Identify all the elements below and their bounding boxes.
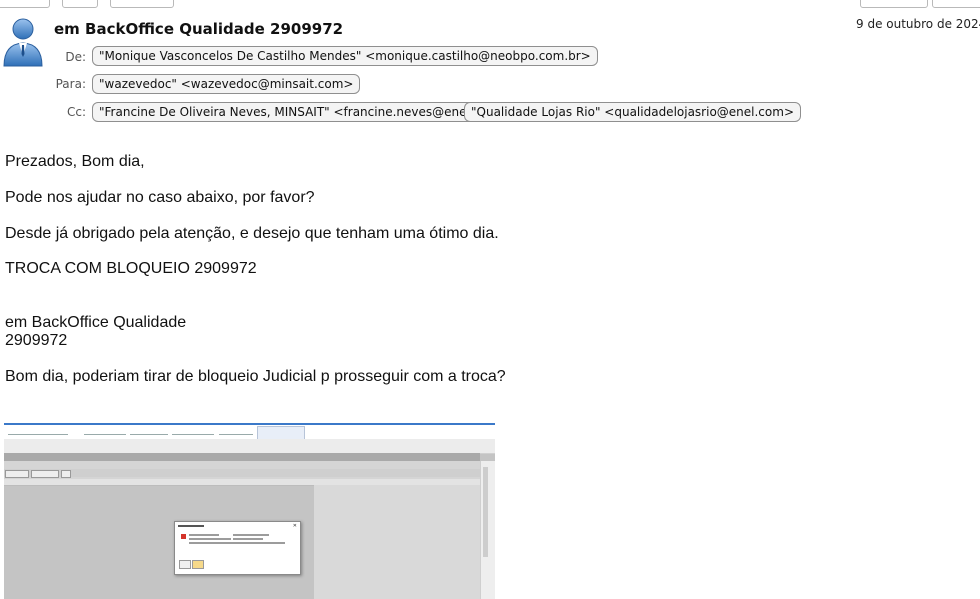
screenshot-mini-button [5, 470, 29, 478]
screenshot-tab [8, 428, 68, 435]
embedded-screenshot[interactable]: ✕ [4, 423, 495, 599]
email-subject: em BackOffice Qualidade 2909972 [54, 20, 344, 38]
screenshot-button-row [4, 469, 480, 477]
quoted-subject-line2: 2909972 [5, 332, 68, 349]
screenshot-scrollbar-thumb [483, 467, 488, 557]
screenshot-dialog-text [233, 538, 263, 540]
screenshot-dialog-ok-button [179, 560, 191, 569]
screenshot-tab [84, 428, 126, 435]
screenshot-dialog-text [189, 534, 219, 536]
screenshot-right-pane [314, 485, 480, 599]
body-greeting: Prezados, Bom dia, [5, 153, 145, 170]
body-thanks: Desde já obrigado pela atenção, e desejo… [5, 225, 499, 242]
screenshot-dialog-title-bar [178, 525, 204, 527]
toolbar-button-reply[interactable] [0, 0, 50, 8]
toolbar-button-forward[interactable] [110, 0, 174, 8]
screenshot-tab [172, 428, 214, 435]
body-request: Pode nos ajudar no caso abaixo, por favo… [5, 189, 315, 206]
screenshot-dialog-text [189, 542, 285, 544]
screenshot-dialog-text [233, 534, 269, 536]
screenshot-active-tab [257, 426, 305, 440]
toolbar-button-action[interactable] [860, 0, 928, 8]
body-question: Bom dia, poderiam tirar de bloqueio Judi… [5, 368, 506, 385]
from-address-chip[interactable]: "Monique Vasconcelos De Castilho Mendes"… [92, 46, 598, 66]
toolbar-button-print[interactable] [62, 0, 98, 8]
to-address-chip[interactable]: "wazevedoc" <wazevedoc@minsait.com> [92, 74, 361, 94]
to-label: Para: [55, 77, 86, 91]
screenshot-path-bar [4, 439, 495, 454]
email-date: 9 de outubro de 2024 1 [856, 17, 980, 31]
screenshot-dialog-error-icon [181, 534, 186, 539]
sender-avatar [2, 16, 44, 68]
toolbar-button-more[interactable] [932, 0, 980, 8]
body-case-title: TROCA COM BLOQUEIO 2909972 [5, 260, 257, 277]
cc-address-chip[interactable]: "Qualidade Lojas Rio" <qualidadelojasrio… [464, 102, 801, 122]
screenshot-tab [219, 428, 253, 435]
quoted-subject-line1: em BackOffice Qualidade [5, 314, 187, 331]
from-label: De: [65, 50, 86, 64]
screenshot-error-dialog: ✕ [174, 521, 301, 575]
screenshot-dialog-cancel-button [192, 560, 204, 569]
screenshot-mini-button [61, 470, 71, 478]
person-avatar-icon [3, 18, 43, 67]
screenshot-dialog-close-icon: ✕ [292, 523, 297, 529]
screenshot-dialog-text [189, 538, 231, 540]
cc-address-chip[interactable]: "Francine De Oliveira Neves, MINSAIT" <f… [92, 102, 517, 122]
cc-label: Cc: [66, 105, 86, 119]
screenshot-tab [130, 428, 168, 435]
screenshot-mini-button [31, 470, 59, 478]
screenshot-section-bar [4, 453, 480, 461]
